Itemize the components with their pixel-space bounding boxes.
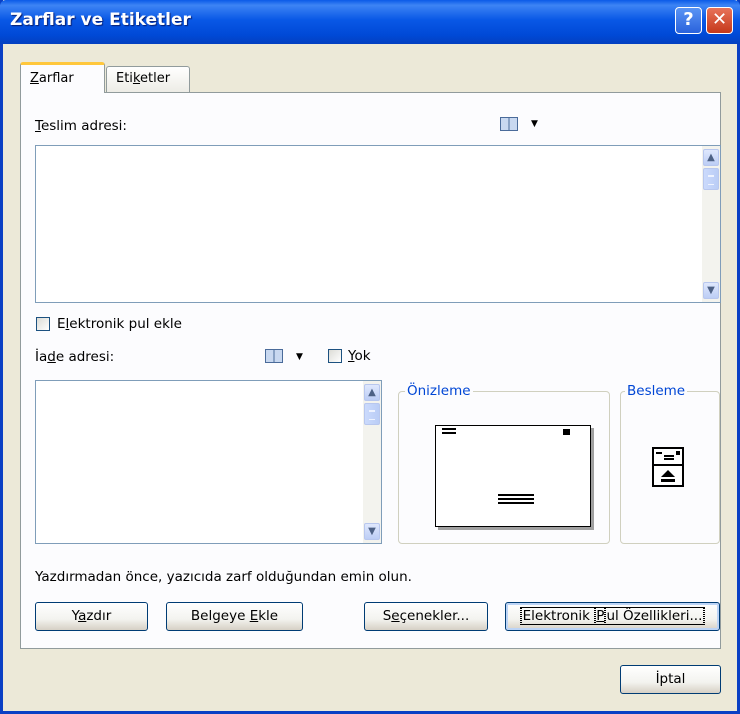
epostage-props-accel: P: [594, 607, 607, 625]
epostage-properties-button[interactable]: Elektronik Pul Özellikleri...: [505, 602, 720, 631]
envelope-preview[interactable]: [435, 425, 591, 527]
epostage-pre: E: [57, 316, 66, 332]
add-pre: Belgeye: [190, 608, 250, 624]
tab-zarflar[interactable]: Zarflar: [20, 62, 105, 93]
omit-rest: ok: [354, 348, 371, 364]
epostage-rest: ektronik pul ekle: [69, 316, 182, 332]
tab-zarflar-label: arflar: [38, 71, 74, 86]
help-button[interactable]: ?: [675, 7, 702, 34]
tab-etiketler-pre: Eti: [116, 71, 133, 86]
scroll-thumb[interactable]: [703, 168, 719, 190]
help-icon: ?: [683, 9, 694, 30]
omit-label[interactable]: Yok: [348, 348, 371, 364]
return-pre: İa: [35, 349, 48, 365]
tab-etiketler[interactable]: Etiketler: [106, 66, 190, 93]
options-pre: S: [382, 608, 392, 624]
envelope-icon: [442, 428, 570, 504]
return-accel: d: [47, 349, 56, 365]
feed-method-icon[interactable]: [651, 447, 685, 487]
add-rest: kle: [258, 608, 279, 624]
scroll-thumb[interactable]: [364, 403, 380, 425]
epostage-checkbox[interactable]: [36, 317, 50, 331]
tab-zarflar-accel: Z: [30, 71, 39, 86]
return-scrollbar[interactable]: ▲ ▼: [363, 381, 381, 543]
close-icon: ✕: [711, 9, 728, 30]
return-address-label: İade adresi:: [35, 349, 114, 365]
close-button[interactable]: ✕: [706, 7, 733, 34]
address-book-icon[interactable]: [265, 349, 283, 363]
scroll-up-icon[interactable]: ▲: [364, 384, 380, 401]
preview-legend: Önizleme: [405, 383, 473, 399]
return-address-field[interactable]: ▲ ▼: [35, 380, 382, 544]
print-button[interactable]: Yazdır: [35, 602, 148, 631]
epostage-props-pre: Elektronik: [520, 607, 597, 625]
delivery-scrollbar[interactable]: ▲ ▼: [702, 146, 720, 302]
options-rest: çenekler...: [399, 608, 470, 624]
epostage-props-rest: ul Özellikleri...: [604, 607, 705, 625]
address-book-icon[interactable]: [500, 117, 518, 131]
return-rest: e adresi:: [55, 349, 115, 365]
feed-legend: Besleme: [625, 383, 688, 399]
cancel-button[interactable]: İptal: [620, 665, 721, 694]
options-button[interactable]: Seçenekler...: [364, 602, 488, 631]
add-to-document-button[interactable]: Belgeye Ekle: [166, 602, 303, 631]
title-bar[interactable]: Zarflar ve Etiketler ? ✕: [0, 0, 740, 44]
scroll-down-icon[interactable]: ▼: [703, 282, 719, 299]
tab-etiketler-rest: etler: [140, 71, 171, 86]
delivery-address-label: Teslim adresi:: [35, 118, 127, 134]
chevron-down-icon[interactable]: ▼: [296, 352, 303, 362]
envelope-notice: Yazdırmadan önce, yazıcıda zarf olduğund…: [35, 569, 412, 585]
epostage-label[interactable]: Elektronik pul ekle: [57, 316, 182, 332]
scroll-up-icon[interactable]: ▲: [703, 149, 719, 166]
delivery-address-field[interactable]: ▲ ▼: [35, 145, 721, 303]
chevron-down-icon[interactable]: ▼: [531, 119, 538, 129]
scroll-down-icon[interactable]: ▼: [364, 523, 380, 540]
options-accel: e: [391, 608, 400, 624]
delivery-label-text: eslim adresi:: [40, 118, 127, 134]
omit-checkbox[interactable]: [328, 349, 342, 363]
print-rest: zdır: [86, 608, 112, 624]
add-accel: E: [249, 608, 259, 624]
cancel-label: İptal: [655, 671, 686, 687]
epostage-props-text: Elektronik Pul Özellikleri...: [519, 607, 706, 625]
window-title: Zarflar ve Etiketler: [10, 10, 191, 30]
tab-etiketler-accel: k: [132, 71, 141, 86]
